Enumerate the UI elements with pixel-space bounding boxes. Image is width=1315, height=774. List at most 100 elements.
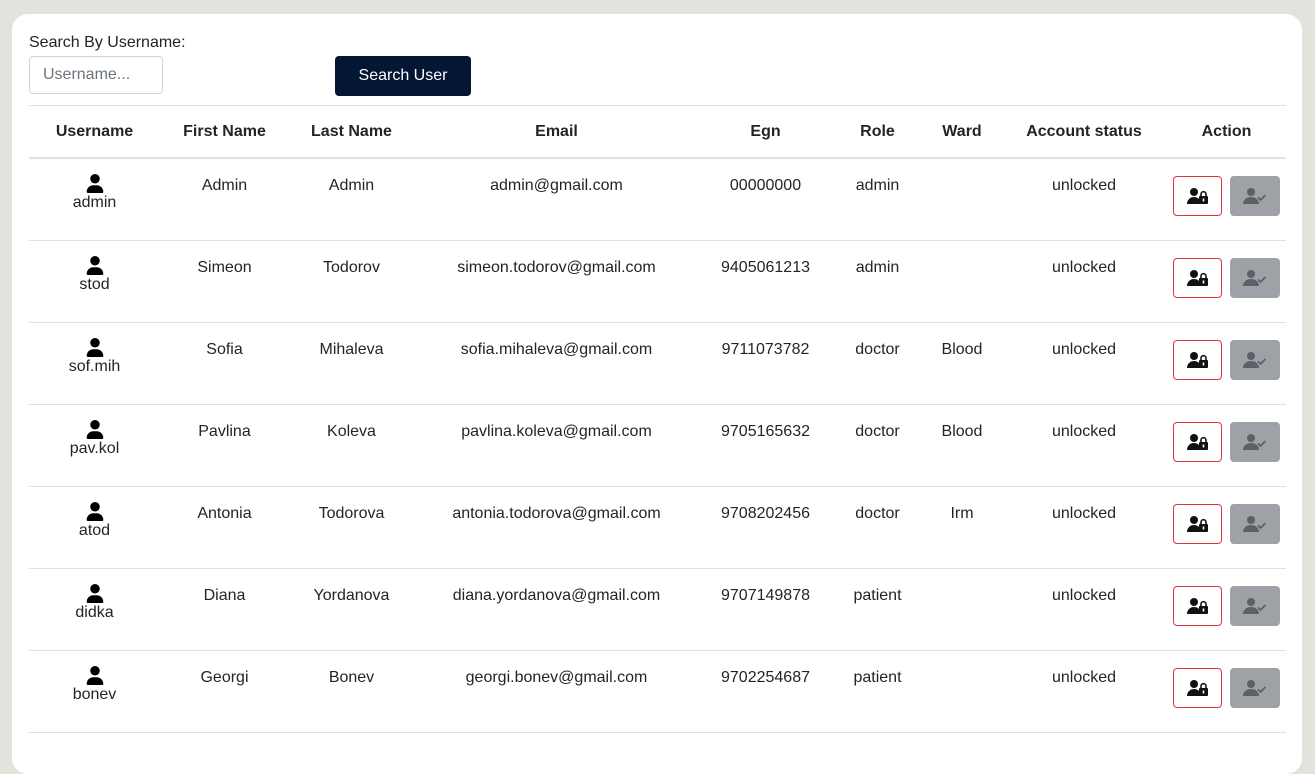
- action-buttons: [1167, 176, 1286, 216]
- cell-email: admin@gmail.com: [414, 158, 699, 241]
- cell-role: doctor: [832, 322, 923, 405]
- unlock-account-button[interactable]: [1230, 257, 1280, 298]
- cell-action: [1167, 404, 1286, 487]
- cell-ward: [923, 158, 1001, 241]
- username-search-input[interactable]: [29, 56, 163, 94]
- unlock-account-button[interactable]: [1230, 421, 1280, 462]
- cell-email: diana.yordanova@gmail.com: [414, 568, 699, 651]
- cell-ward: Blood: [923, 404, 1001, 487]
- header-role: Role: [832, 105, 923, 159]
- cell-egn: 9707149878: [699, 568, 832, 651]
- cell-role: patient: [832, 650, 923, 733]
- cell-action: [1167, 486, 1286, 569]
- header-ward: Ward: [923, 105, 1001, 159]
- lock-account-button[interactable]: [1173, 176, 1222, 216]
- cell-first-name: Simeon: [160, 240, 289, 323]
- cell-account-status: unlocked: [1001, 486, 1167, 569]
- user-lock-icon: [1186, 269, 1209, 287]
- username-text: didka: [75, 603, 114, 621]
- user-check-icon: [1243, 351, 1267, 369]
- username-text: pav.kol: [69, 439, 120, 457]
- user-check-icon: [1243, 515, 1267, 533]
- action-buttons: [1167, 667, 1286, 708]
- cell-email: antonia.todorova@gmail.com: [414, 486, 699, 569]
- table-row: pav.kol Pavlina Koleva pavlina.koleva@gmail…: [29, 404, 1286, 487]
- lock-account-button[interactable]: [1173, 503, 1222, 544]
- username-text: admin: [72, 194, 117, 211]
- user-icon: [86, 501, 104, 521]
- cell-first-name: Pavlina: [160, 404, 289, 487]
- lock-account-button[interactable]: [1173, 421, 1222, 462]
- action-buttons: [1167, 339, 1286, 380]
- header-username: Username: [29, 105, 160, 159]
- lock-account-button[interactable]: [1173, 339, 1222, 380]
- cell-ward: [923, 568, 1001, 651]
- cell-role: doctor: [832, 486, 923, 569]
- cell-ward: Irm: [923, 486, 1001, 569]
- user-icon: [86, 583, 104, 603]
- lock-account-button[interactable]: [1173, 585, 1222, 626]
- cell-first-name: Georgi: [160, 650, 289, 733]
- user-icon: [86, 419, 104, 439]
- cell-action: [1167, 650, 1286, 733]
- username-text: sof.mih: [68, 357, 121, 375]
- cell-username: bonev: [29, 650, 160, 733]
- unlock-account-button[interactable]: [1230, 585, 1280, 626]
- cell-username: didka: [29, 568, 160, 651]
- cell-role: patient: [832, 568, 923, 651]
- search-user-button[interactable]: Search User: [335, 56, 471, 96]
- header-account-status: Account status: [1001, 105, 1167, 159]
- cell-action: [1167, 568, 1286, 651]
- cell-action: [1167, 240, 1286, 323]
- cell-action: [1167, 158, 1286, 241]
- cell-first-name: Admin: [160, 158, 289, 241]
- cell-email: pavlina.koleva@gmail.com: [414, 404, 699, 487]
- cell-ward: [923, 240, 1001, 323]
- user-check-icon: [1243, 269, 1267, 287]
- user-lock-icon: [1186, 351, 1209, 369]
- users-card: Search By Username: Search User Username…: [12, 14, 1302, 774]
- table-row: stod Simeon Todorov simeon.todorov@gmail.co…: [29, 240, 1286, 323]
- lock-account-button[interactable]: [1173, 667, 1222, 708]
- cell-email: simeon.todorov@gmail.com: [414, 240, 699, 323]
- cell-role: admin: [832, 158, 923, 241]
- cell-egn: 9705165632: [699, 404, 832, 487]
- cell-username: atod: [29, 486, 160, 569]
- header-first-name: First Name: [160, 105, 289, 159]
- cell-last-name: Todorov: [289, 240, 414, 323]
- cell-first-name: Diana: [160, 568, 289, 651]
- action-buttons: [1167, 503, 1286, 544]
- header-email: Email: [414, 105, 699, 159]
- cell-egn: 9708202456: [699, 486, 832, 569]
- header-egn: Egn: [699, 105, 832, 159]
- username-text: bonev: [72, 685, 117, 703]
- cell-ward: [923, 650, 1001, 733]
- user-check-icon: [1243, 597, 1267, 615]
- cell-last-name: Yordanova: [289, 568, 414, 651]
- table-row: atod Antonia Todorova antonia.todorova@gmai…: [29, 486, 1286, 569]
- unlock-account-button[interactable]: [1230, 503, 1280, 544]
- cell-first-name: Antonia: [160, 486, 289, 569]
- search-label: Search By Username:: [29, 34, 186, 51]
- unlock-account-button[interactable]: [1230, 339, 1280, 380]
- cell-account-status: unlocked: [1001, 568, 1167, 651]
- cell-egn: 9702254687: [699, 650, 832, 733]
- user-lock-icon: [1186, 679, 1209, 697]
- user-icon: [86, 255, 104, 275]
- cell-last-name: Todorova: [289, 486, 414, 569]
- user-check-icon: [1243, 679, 1267, 697]
- unlock-account-button[interactable]: [1230, 667, 1280, 708]
- cell-role: admin: [832, 240, 923, 323]
- cell-last-name: Bonev: [289, 650, 414, 733]
- action-buttons: [1167, 257, 1286, 298]
- cell-ward: Blood: [923, 322, 1001, 405]
- cell-last-name: Koleva: [289, 404, 414, 487]
- lock-account-button[interactable]: [1173, 257, 1222, 298]
- user-check-icon: [1243, 187, 1267, 205]
- cell-account-status: unlocked: [1001, 158, 1167, 241]
- action-buttons: [1167, 421, 1286, 462]
- unlock-account-button[interactable]: [1230, 176, 1280, 216]
- table-row: didka Diana Yordanova diana.yordanova@gmail…: [29, 568, 1286, 651]
- table-row: sof.mih Sofia Mihaleva sofia.mihaleva@gmail…: [29, 322, 1286, 405]
- cell-action: [1167, 322, 1286, 405]
